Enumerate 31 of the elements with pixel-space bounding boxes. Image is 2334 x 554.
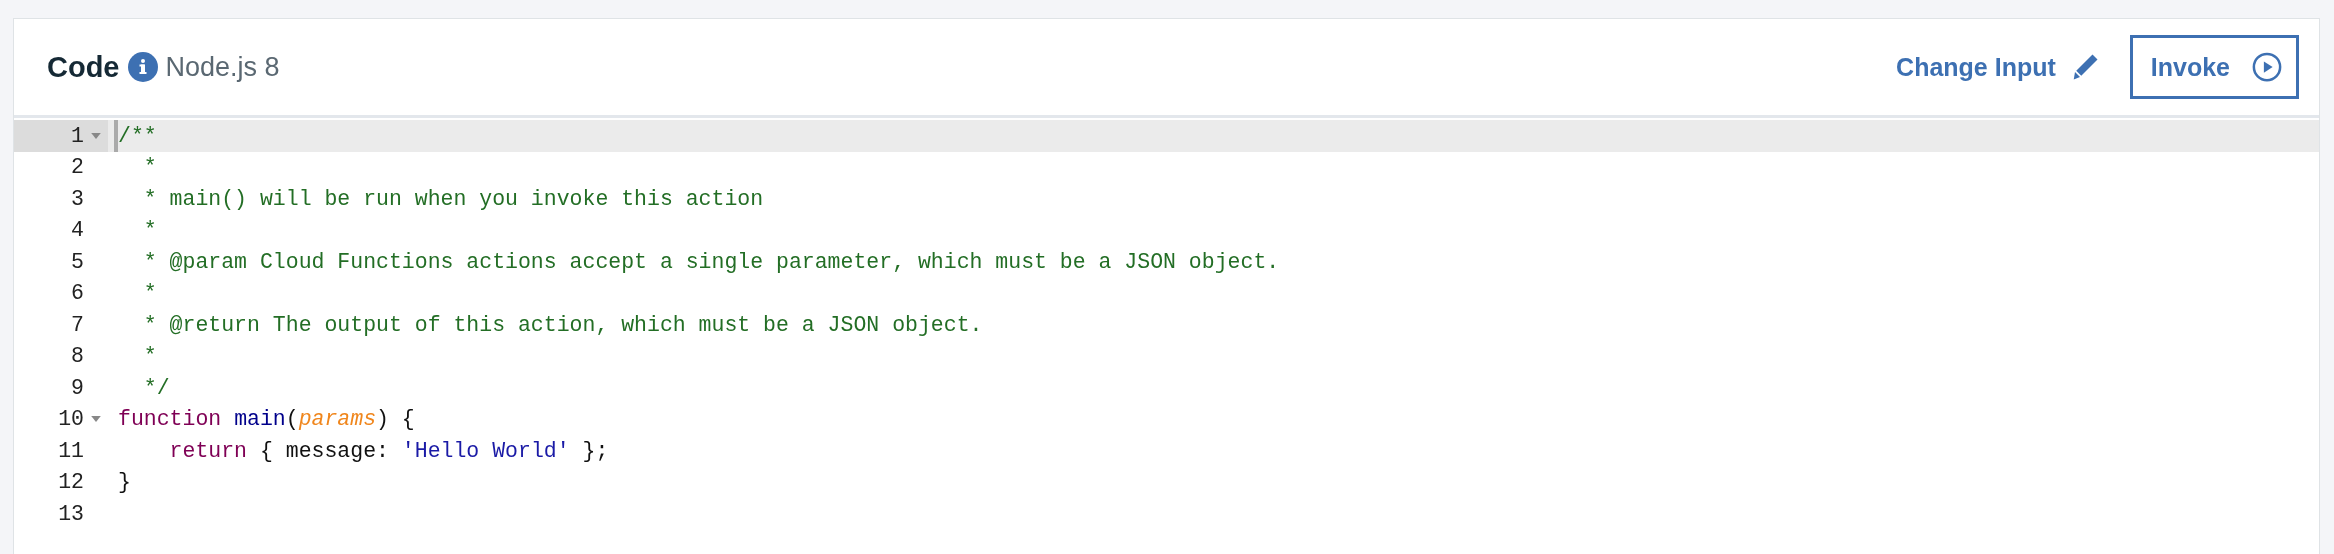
line-number: 9: [71, 375, 84, 400]
line-number: 4: [71, 218, 84, 243]
code-line: */: [142, 374, 170, 402]
line-number: 10: [58, 407, 84, 432]
code-line: *: [142, 154, 157, 182]
code-line: *: [142, 343, 157, 371]
runtime-label: Node.js 8: [165, 51, 280, 83]
code-line: }: [117, 469, 131, 497]
change-input-link[interactable]: Change Input: [1896, 52, 2100, 82]
play-icon: [2252, 52, 2282, 82]
line-number: 3: [71, 186, 84, 211]
invoke-button[interactable]: Invoke: [2129, 35, 2299, 99]
code-line: * @return The output of this action, which must be a JSON object.: [142, 311, 983, 339]
line-number: 13: [58, 501, 84, 526]
code-line: /**: [114, 120, 157, 152]
line-number: 5: [71, 249, 84, 274]
line-number: 1: [71, 123, 84, 148]
panel-title: Code: [47, 50, 120, 84]
code-line: * main() will be run when you invoke this action: [142, 185, 764, 213]
line-number: 6: [71, 281, 84, 306]
code-line: function main(params) {: [117, 406, 415, 434]
code-line: return { message: 'Hello World' };: [168, 437, 609, 465]
line-number: 12: [58, 470, 84, 495]
code-line: *: [142, 217, 157, 245]
code-line: *: [142, 280, 157, 308]
line-number: 8: [71, 344, 84, 369]
line-number: 7: [71, 312, 84, 337]
code-line: * @param Cloud Functions actions accept a single parameter, which must be a JSON object.: [142, 248, 1280, 276]
line-number: 11: [58, 438, 84, 463]
info-icon: [127, 52, 158, 82]
line-number: 2: [71, 155, 84, 180]
